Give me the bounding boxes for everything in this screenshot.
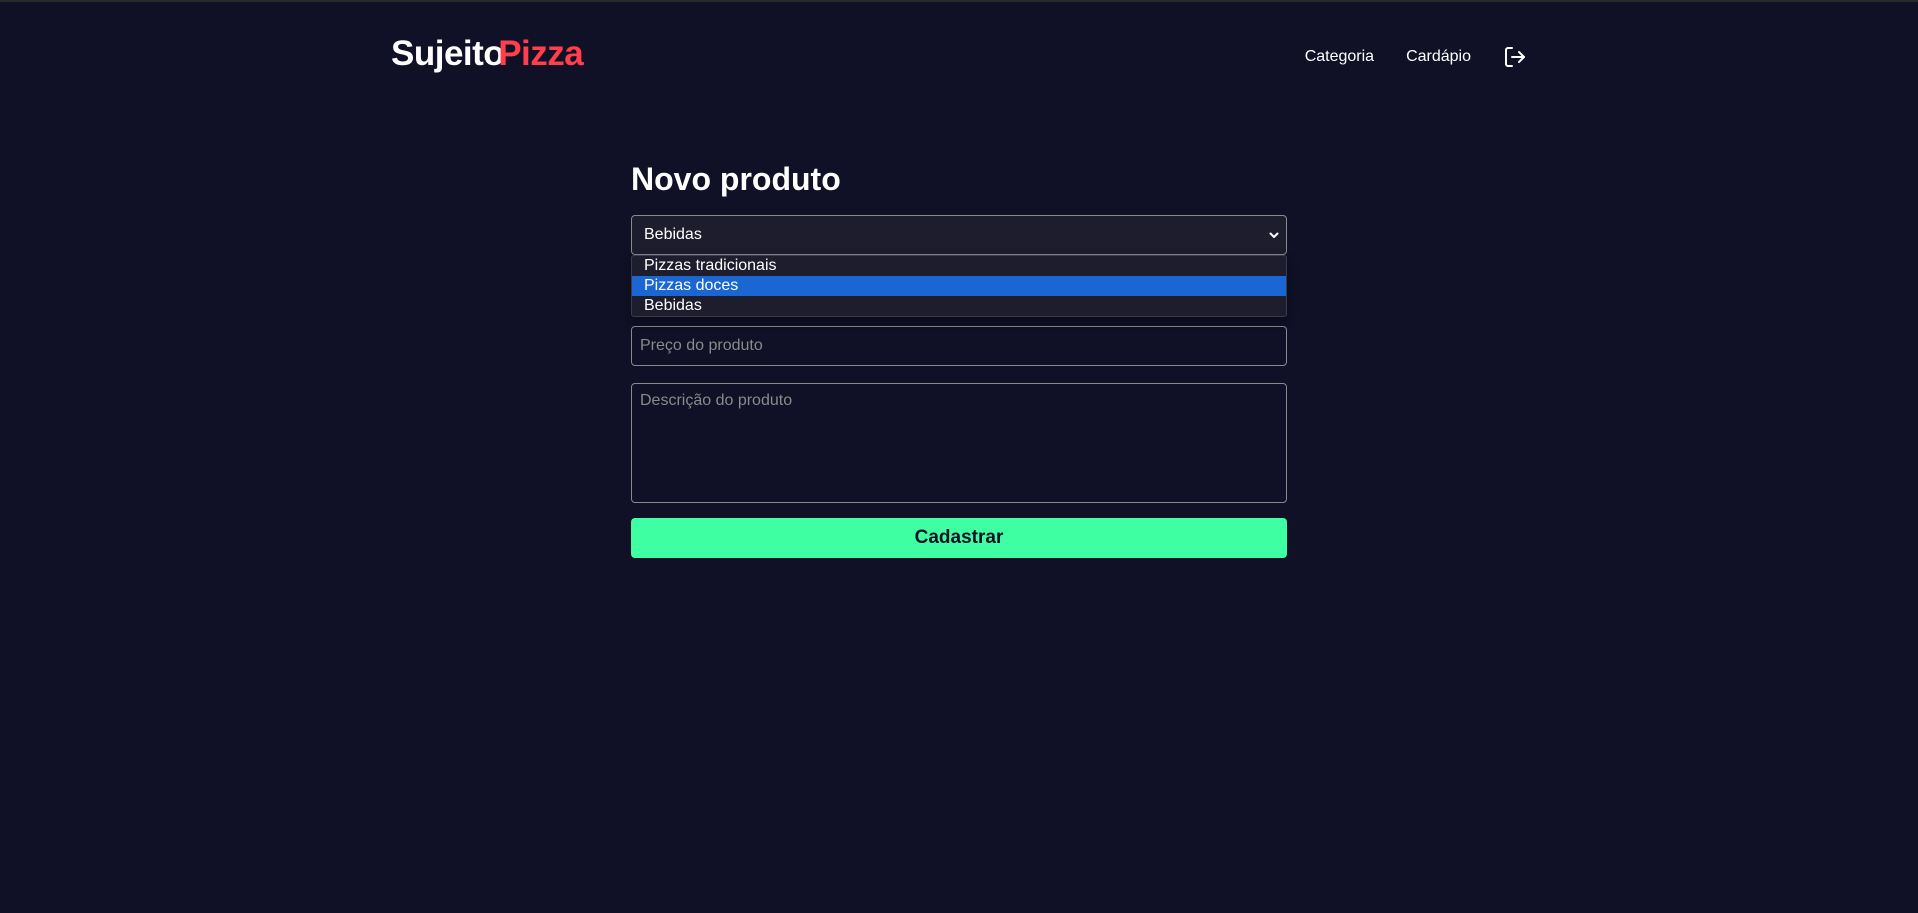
option-pizzas-doces[interactable]: Pizzas doces — [632, 276, 1286, 296]
header: SujeitoPizza Categoria Cardápio — [391, 30, 1527, 80]
category-dropdown-list: Pizzas tradicionais Pizzas doces Bebidas — [631, 255, 1287, 317]
description-textarea-placeholder: Descrição do produto — [640, 392, 793, 409]
category-select-value: Bebidas — [644, 226, 702, 243]
chevron-down-icon — [1269, 232, 1279, 238]
window-top-border — [0, 0, 1918, 2]
description-textarea[interactable]: Descrição do produto — [631, 383, 1287, 503]
logo[interactable]: SujeitoPizza — [391, 34, 584, 74]
option-pizzas-tradicionais[interactable]: Pizzas tradicionais — [632, 256, 1286, 276]
main-nav: Categoria Cardápio — [1305, 44, 1527, 70]
option-bebidas[interactable]: Bebidas — [632, 296, 1286, 316]
nav-link-cardapio[interactable]: Cardápio — [1406, 48, 1471, 66]
logo-text-pizza: Pizza — [498, 34, 584, 73]
price-input-placeholder: Preço do produto — [640, 337, 763, 354]
page-title: Novo produto — [631, 161, 841, 197]
price-input[interactable]: Preço do produto — [631, 326, 1287, 366]
nav-link-categoria[interactable]: Categoria — [1305, 48, 1374, 66]
logo-text-sujeito: Sujeito — [391, 34, 505, 73]
new-product-form: Novo produto Bebidas Pizzas tradicionais… — [631, 155, 1287, 558]
logout-icon[interactable] — [1503, 45, 1527, 69]
submit-button[interactable]: Cadastrar — [631, 518, 1287, 558]
category-select[interactable]: Bebidas — [631, 215, 1287, 255]
